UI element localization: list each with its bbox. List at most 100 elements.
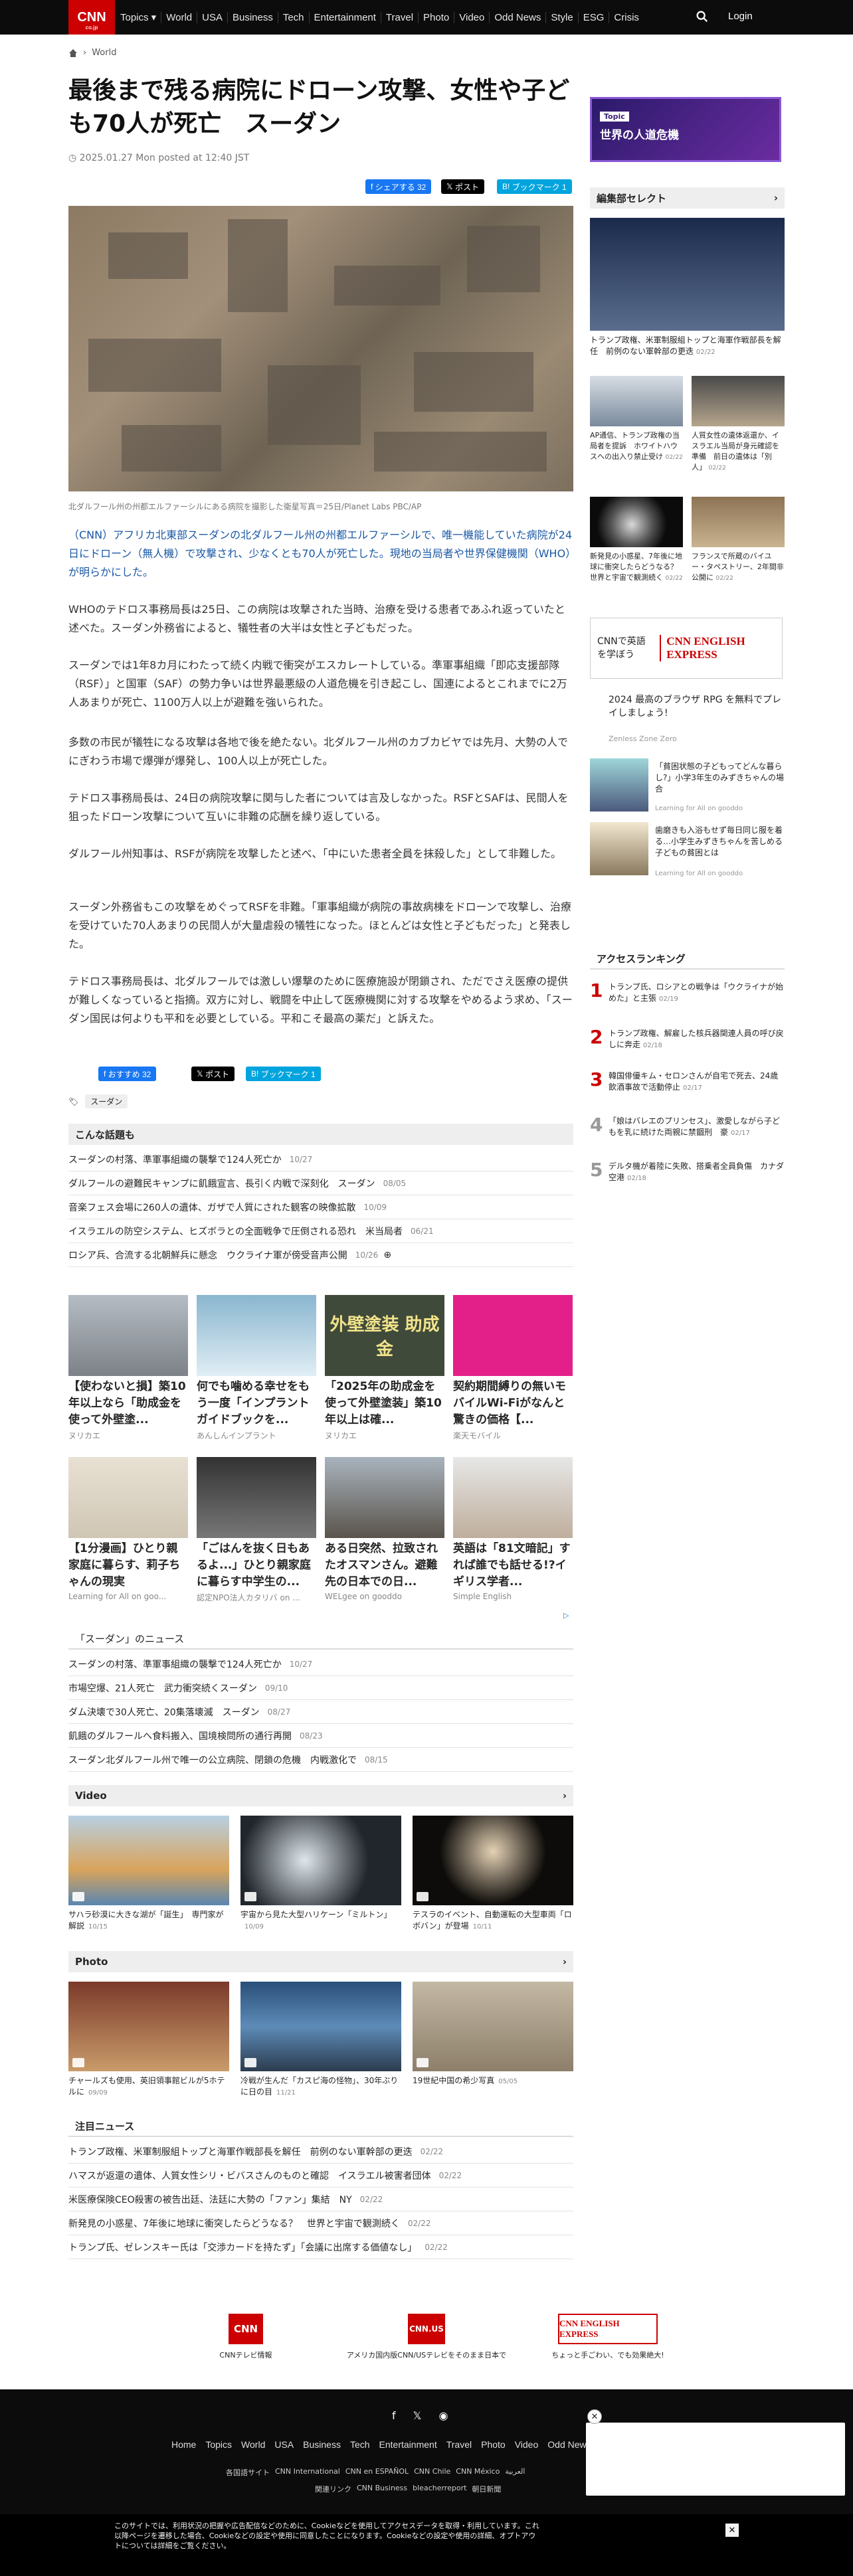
- home-icon[interactable]: [68, 48, 78, 58]
- list-item[interactable]: 米医療保険CEO殺害の被告出廷、法廷に大勢の「ファン」集結 NY 02/22: [68, 2188, 573, 2211]
- footer-nav-home[interactable]: Home: [171, 2439, 196, 2450]
- add-circle-icon[interactable]: ⊕: [383, 1250, 391, 1260]
- list-item[interactable]: ダム決壊で30人死亡、20集落壊滅 スーダン 08/27: [68, 1700, 573, 1724]
- promo-card[interactable]: 契約期間縛りの無いモバイルWi-Fiがなんと驚きの価格【... 楽天モバイル: [453, 1295, 573, 1441]
- editor-card-caption[interactable]: 新発見の小惑星、7年後に地球に衝突したらどうなる？ 世界と宇宙で観測続く 02/…: [590, 551, 685, 584]
- rss-icon[interactable]: ◉: [439, 2409, 448, 2422]
- list-item[interactable]: ダルフールの避難民キャンプに飢餓宣言、長引く内戦で深刻化 スーダン 08/05: [68, 1171, 573, 1195]
- promo-card[interactable]: 【1分漫画】ひとり親家庭に暮らす、莉子ちゃんの現実 Learning for Al…: [68, 1457, 188, 1601]
- ranking-item[interactable]: 4 「娘はバレエのプリンセス」、激愛しながら子どもを乳に続けた両親に禁錮刑 豪 02…: [590, 1116, 785, 1139]
- photo-card[interactable]: 冷戦が生んだ「カスピ海の怪物」、30年ぶりに日の目 11/21: [240, 1982, 401, 2099]
- promo-card[interactable]: 外壁塗装 助成金 「2025年の助成金を使って外壁塗装」築10年以上は確... ヌリ…: [325, 1295, 444, 1441]
- photo-card[interactable]: チャールズも使用、英旧領事館ビルが5ホテルに 09/09: [68, 1982, 229, 2099]
- login-link[interactable]: Login: [728, 11, 753, 22]
- ad-title[interactable]: 「貧困状態の子どもってどんな暮らし?」小学3年生のみずきちゃんの場合: [655, 761, 785, 795]
- nav-world[interactable]: World: [161, 11, 197, 23]
- facebook-recommend-button[interactable]: f おすすめ 32: [98, 1067, 157, 1081]
- list-item[interactable]: トランプ政権、米軍制服組トップと海軍作戦部長を解任 前例のない軍幹部の更迭 02/…: [68, 2140, 573, 2164]
- nav-esg[interactable]: ESG: [577, 11, 609, 23]
- promo-card[interactable]: 【使わないと損】築10年以上なら「助成金を使って外壁塗... ヌリカエ: [68, 1295, 188, 1441]
- nav-travel[interactable]: Travel: [380, 11, 418, 23]
- footer-nav-usa[interactable]: USA: [274, 2439, 294, 2450]
- breadcrumb-world[interactable]: World: [92, 48, 116, 58]
- list-item[interactable]: 市場空爆、21人死亡 武力衝突続くスーダン 09/10: [68, 1676, 573, 1700]
- hatena-bookmark-button[interactable]: B! ブックマーク 1: [497, 179, 572, 194]
- ad-image[interactable]: [590, 758, 648, 812]
- promo-card[interactable]: 「ごはんを抜く日もあるよ...」ひとり親家庭に暮らす中学生の... 認定NPO法人…: [197, 1457, 316, 1603]
- footer-nav-travel[interactable]: Travel: [446, 2439, 472, 2450]
- footer-nav-tech[interactable]: Tech: [350, 2439, 370, 2450]
- footer-nav-topics[interactable]: Topics: [205, 2439, 232, 2450]
- nav-photo[interactable]: Photo: [418, 11, 454, 23]
- photo-card[interactable]: 19世紀中国の希少写真 05/05: [413, 1982, 573, 2087]
- editor-card-image[interactable]: [590, 497, 683, 547]
- list-item[interactable]: 飢餓のダルフールへ食料搬入、国境検問所の通行再開 08/23: [68, 1724, 573, 1748]
- list-item[interactable]: スーダン北ダルフール州で唯一の公立病院、閉鎖の危機 内戦激化で 08/15: [68, 1748, 573, 1772]
- nav-tech[interactable]: Tech: [277, 11, 309, 23]
- list-item[interactable]: トランプ氏、ゼレンスキー氏は「交渉カードを持たず」「会議に出席する価値なし」 02…: [68, 2235, 573, 2259]
- topic-banner[interactable]: Topic 世界の人道危機: [590, 97, 781, 162]
- x-post-button[interactable]: 𝕏 ポスト: [441, 179, 485, 194]
- search-icon[interactable]: [695, 9, 710, 24]
- list-item[interactable]: イスラエルの防空システム、ヒズボラとの全面戦争で圧倒される恐れ 米当局者 06/2…: [68, 1219, 573, 1243]
- nav-usa[interactable]: USA: [197, 11, 227, 23]
- ranking-item[interactable]: 5 デルタ機が着陸に失敗、搭乗者全員負傷 カナダ空港 02/18: [590, 1161, 785, 1184]
- editor-card-caption[interactable]: フランスで所蔵のバイユー・タペストリー、2年間非公開に 02/22: [692, 551, 785, 584]
- promo-card[interactable]: 何でも噛める幸せをもう一度「インプラントガイドブックを... あんしんインプラント: [197, 1295, 316, 1441]
- facebook-share-button[interactable]: f シェアする 32: [365, 179, 432, 194]
- x-icon[interactable]: 𝕏: [413, 2409, 422, 2422]
- chevron-right-icon[interactable]: ›: [774, 192, 778, 204]
- nav-odd-news[interactable]: Odd News: [489, 11, 545, 23]
- chevron-right-icon[interactable]: ›: [563, 1790, 567, 1802]
- promo-card[interactable]: ある日突然、拉致されたオスマンさん。避難先の日本での日... WELgee on …: [325, 1457, 444, 1601]
- close-icon[interactable]: ✕: [587, 2409, 602, 2424]
- promo-card[interactable]: 英語は「81文暗記」すれば誰でも話せる!?イギリス学者... Simple Eng…: [453, 1457, 573, 1601]
- cookie-close-icon[interactable]: ✕: [725, 2524, 739, 2537]
- editor-main-image[interactable]: [590, 218, 785, 331]
- footer-nav-video[interactable]: Video: [515, 2439, 539, 2450]
- video-card[interactable]: サハラ砂漠に大きな湖が「誕生」 専門家が解説 10/15: [68, 1816, 229, 1932]
- ad-title[interactable]: 歯磨きも入浴もせず毎日同じ服を着る…小学生みずきちゃんを苦しめる子どもの貧困とは: [655, 825, 785, 859]
- editor-card-image[interactable]: [692, 376, 785, 426]
- overlay-ad-box[interactable]: [586, 2423, 845, 2496]
- editor-card-image[interactable]: [590, 376, 683, 426]
- footer-nav-world[interactable]: World: [241, 2439, 265, 2450]
- x-post-button-bottom[interactable]: 𝕏 ポスト: [191, 1067, 235, 1081]
- footer-nav-entertainment[interactable]: Entertainment: [379, 2439, 437, 2450]
- list-item[interactable]: 新発見の小惑星、7年後に地球に衝突したらどうなる？ 世界と宇宙で観測続く 02/2…: [68, 2211, 573, 2235]
- editor-card-image[interactable]: [692, 497, 785, 547]
- nav-entertainment[interactable]: Entertainment: [308, 11, 381, 23]
- footer-nav-odd-news[interactable]: Odd News: [547, 2439, 591, 2450]
- editor-card-caption[interactable]: AP通信、トランプ政権の当局者を提訴 ホワイトハウスへの出入り禁止受け 02/2…: [590, 430, 683, 463]
- english-ad-banner[interactable]: CNNで英語を学ぼう CNN ENGLISH EXPRESS: [590, 618, 783, 679]
- nav-style[interactable]: Style: [545, 11, 577, 23]
- facebook-icon[interactable]: f: [392, 2409, 396, 2422]
- nav-business[interactable]: Business: [227, 11, 278, 23]
- list-item[interactable]: スーダンの村落、準軍事組織の襲撃で124人死亡か 10/27: [68, 1652, 573, 1676]
- game-ad-title[interactable]: 2024 最高のブラウザ RPG を無料でプレイしましょう!: [609, 693, 781, 720]
- ad-image[interactable]: [590, 822, 648, 875]
- list-item[interactable]: ロシア兵、合流する北朝鮮兵に懸念 ウクライナ軍が傍受音声公開 10/26 ⊕: [68, 1243, 573, 1267]
- chevron-right-icon[interactable]: ›: [563, 1956, 567, 1968]
- nav-crisis[interactable]: Crisis: [609, 11, 644, 23]
- video-card[interactable]: 宇宙から見た大型ハリケーン「ミルトン」10/09: [240, 1816, 401, 1932]
- hatena-bookmark-button-bottom[interactable]: B! ブックマーク 1: [246, 1067, 321, 1081]
- ranking-item[interactable]: 1 トランプ氏、ロシアとの戦争は「ウクライナが始めた」と主張 02/19: [590, 982, 785, 1005]
- nav-topics[interactable]: Topics ▾: [116, 11, 161, 23]
- tag-sudan[interactable]: スーダン: [85, 1094, 128, 1108]
- editor-main-caption[interactable]: トランプ政権、米軍制服組トップと海軍作戦部長を解任 前例のない軍幹部の更迭 02…: [590, 335, 785, 358]
- ranking-item[interactable]: 2 トランプ政権、解雇した核兵器関連人員の呼び戻しに奔走 02/18: [590, 1028, 785, 1051]
- cnn-us-logo[interactable]: CNN.US: [408, 2314, 445, 2344]
- ad-choices-icon[interactable]: ▷: [563, 1611, 569, 1620]
- list-item[interactable]: スーダンの村落、準軍事組織の襲撃で124人死亡か 10/27: [68, 1148, 573, 1171]
- footer-nav-business[interactable]: Business: [303, 2439, 341, 2450]
- list-item[interactable]: ハマスが返還の遺体、人質女性シリ・ビバスさんのものと確認 イスラエル被害者団体 0…: [68, 2164, 573, 2188]
- ranking-item[interactable]: 3 韓国俳優キム・セロンさんが自宅で死去、24歳 飲酒事故で活動停止 02/17: [590, 1071, 786, 1094]
- cnn-logo[interactable]: CNN co.jp: [68, 0, 115, 35]
- video-card[interactable]: テスラのイベント、自動運転の大型車両「ロボバン」が登場 10/11: [413, 1816, 573, 1932]
- footer-nav-photo[interactable]: Photo: [481, 2439, 506, 2450]
- list-item[interactable]: 音楽フェス会場に260人の遺体、ガザで人質にされた観客の映像拡散 10/09: [68, 1195, 573, 1219]
- editor-card-caption[interactable]: 人質女性の遺体返還か、イスラエル当局が身元確認を準備 前日の遺体は「別人」 02…: [692, 430, 785, 473]
- nav-video[interactable]: Video: [454, 11, 489, 23]
- english-express-logo[interactable]: CNN ENGLISH EXPRESS: [558, 2314, 658, 2344]
